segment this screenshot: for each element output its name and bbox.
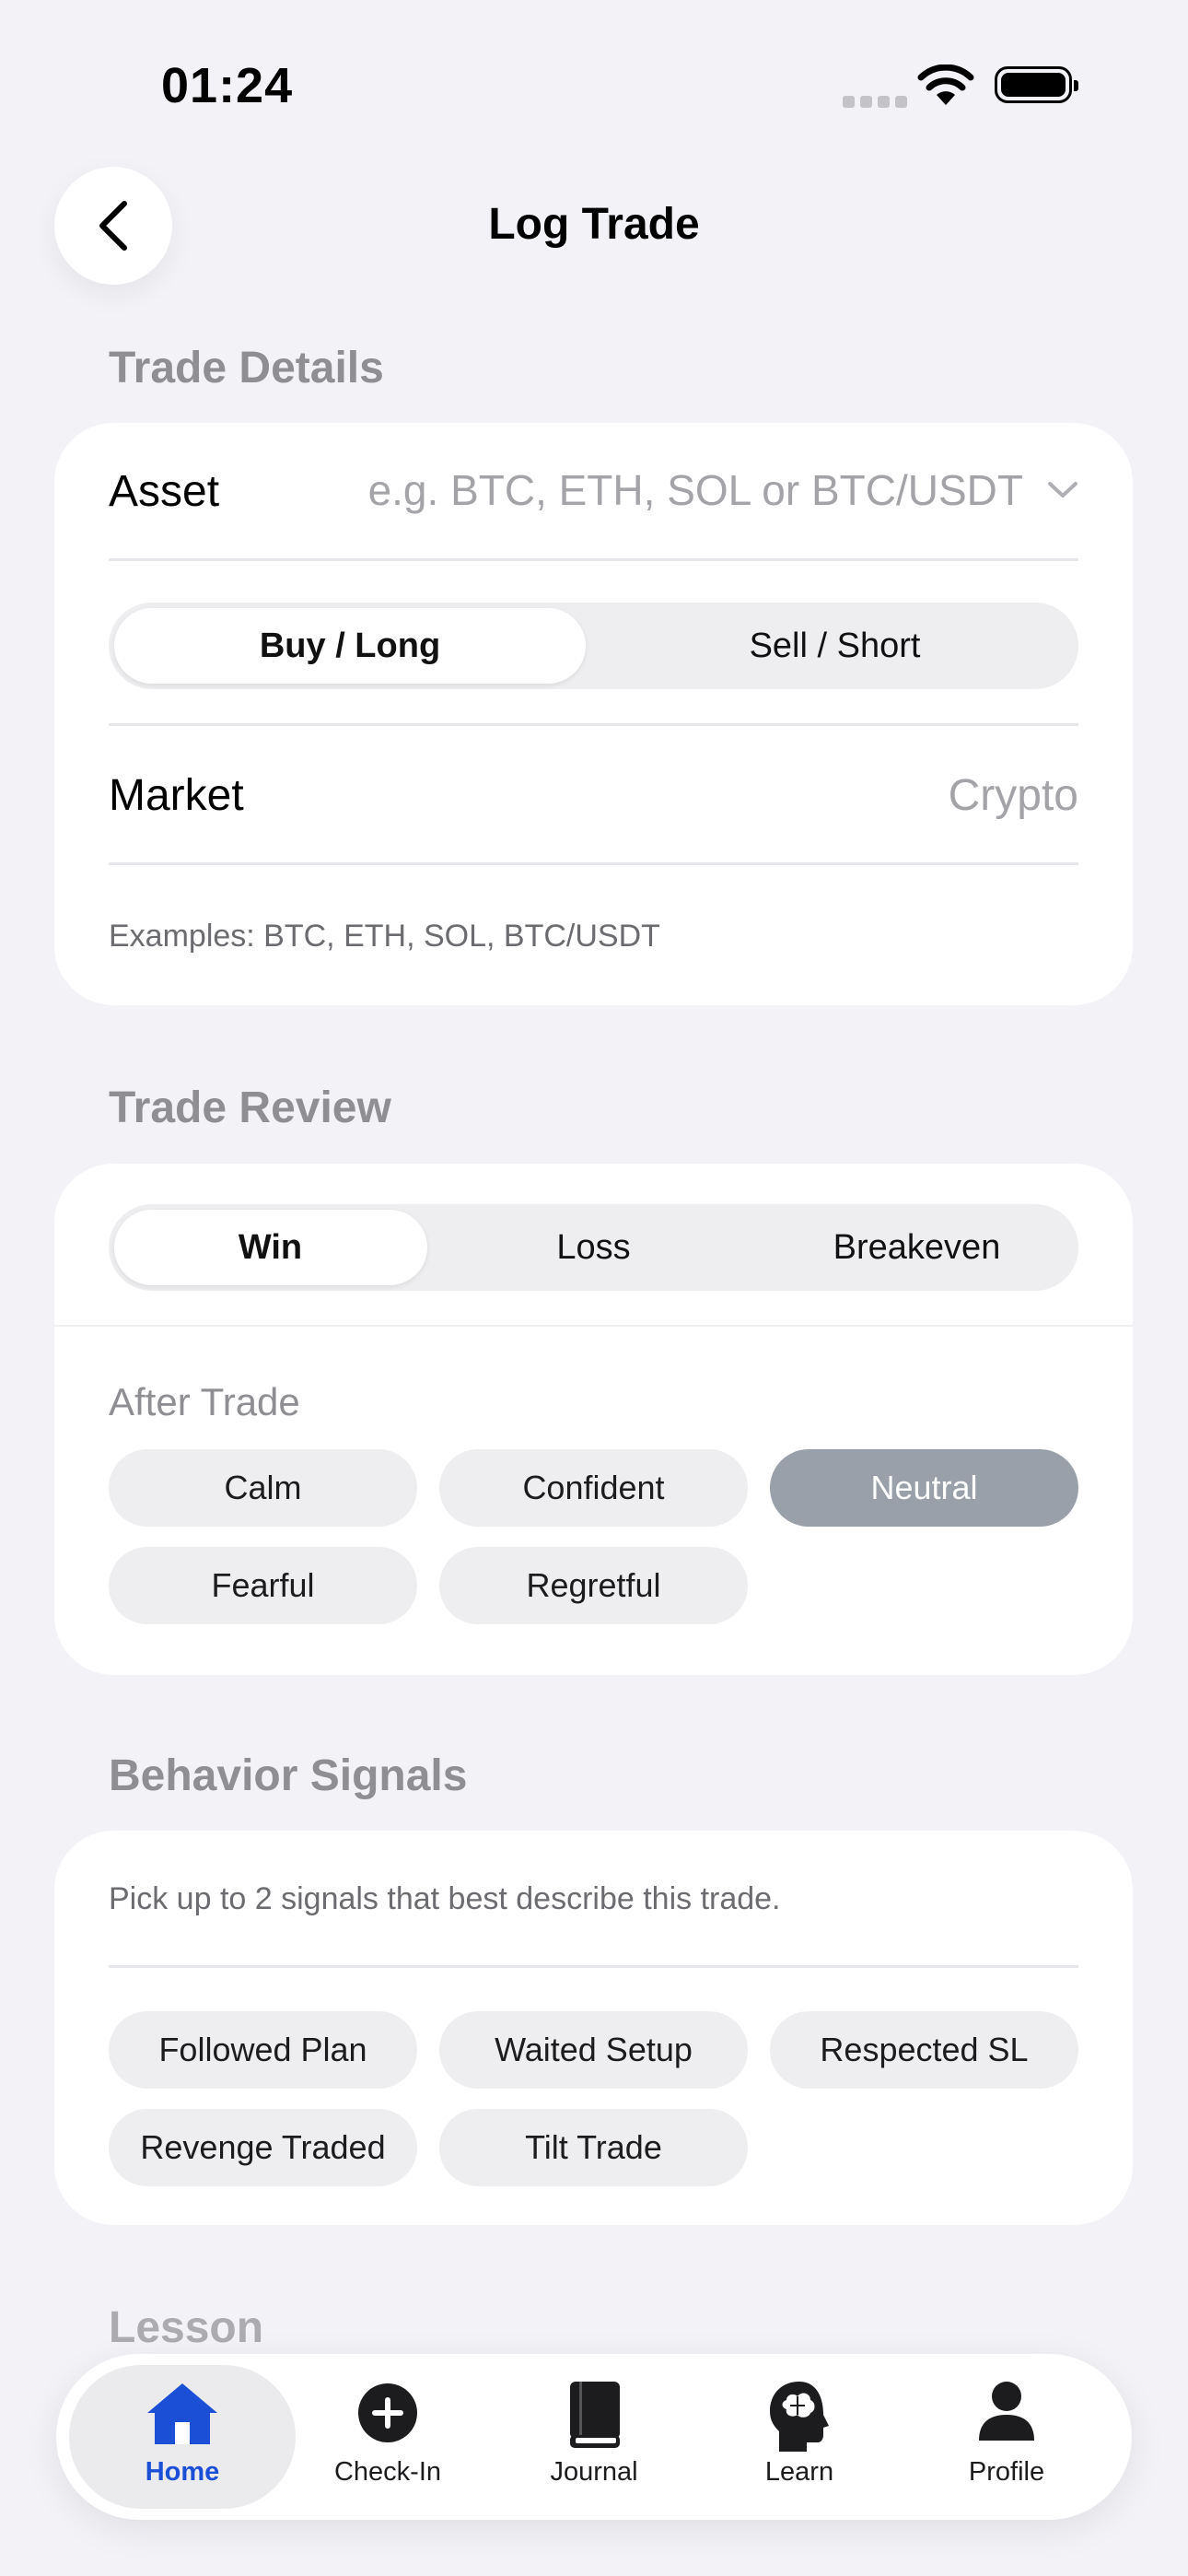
home-icon: [147, 2383, 217, 2444]
tab-label: Check-In: [333, 2457, 442, 2487]
tab-label: Home: [145, 2457, 220, 2487]
wifi-icon: [917, 64, 974, 105]
chevron-down-icon: [1048, 482, 1077, 498]
asset-label: Asset: [109, 467, 220, 516]
trade-review-card: Win Loss Breakeven After Trade Calm Conf…: [54, 1164, 1133, 1675]
segment-breakeven[interactable]: Breakeven: [755, 1204, 1078, 1291]
signal-chip-tilt-trade[interactable]: Tilt Trade: [439, 2109, 748, 2186]
tab-label: Profile: [968, 2457, 1045, 2487]
outcome-segmented-control: Win Loss Breakeven: [109, 1204, 1078, 1291]
segment-loss[interactable]: Loss: [432, 1204, 755, 1291]
emotion-chip-calm[interactable]: Calm: [109, 1449, 417, 1527]
after-trade-label: After Trade: [109, 1380, 300, 1423]
asset-helper-text: Examples: BTC, ETH, SOL, BTC/USDT: [109, 919, 660, 954]
tab-bar: Home Check-In Journal Learn Profile: [56, 2354, 1132, 2520]
direction-segmented-control: Buy / Long Sell / Short: [109, 603, 1078, 689]
tab-journal[interactable]: Journal: [493, 2354, 695, 2520]
tab-label: Learn: [764, 2457, 834, 2487]
divider: [109, 862, 1078, 865]
status-time: 01:24: [161, 58, 294, 113]
segment-sell-short[interactable]: Sell / Short: [591, 603, 1078, 689]
segment-buy-long[interactable]: Buy / Long: [109, 603, 591, 689]
section-title-behavior-signals: Behavior Signals: [109, 1751, 468, 1800]
market-label: Market: [109, 771, 244, 820]
cellular-signal-icon: [843, 96, 907, 108]
battery-icon: [995, 66, 1078, 103]
signal-chip-respected-sl[interactable]: Respected SL: [770, 2011, 1078, 2089]
section-title-trade-review: Trade Review: [109, 1083, 391, 1132]
market-value[interactable]: Crypto: [949, 770, 1078, 821]
tab-home[interactable]: Home: [81, 2354, 284, 2520]
behavior-signals-card: Pick up to 2 signals that best describe …: [54, 1831, 1133, 2225]
tab-profile[interactable]: Profile: [905, 2354, 1108, 2520]
signal-chip-revenge-traded[interactable]: Revenge Traded: [109, 2109, 417, 2186]
trade-details-card: Asset e.g. BTC, ETH, SOL or BTC/USDT Buy…: [54, 423, 1133, 1005]
tab-label: Journal: [550, 2457, 638, 2487]
tab-check-in[interactable]: Check-In: [286, 2354, 489, 2520]
plus-circle-icon: [358, 2383, 417, 2442]
section-title-lesson: Lesson: [109, 2303, 264, 2352]
segment-win[interactable]: Win: [109, 1204, 432, 1291]
signals-helper-text: Pick up to 2 signals that best describe …: [109, 1881, 781, 1916]
signal-chip-followed-plan[interactable]: Followed Plan: [109, 2011, 417, 2089]
emotion-chip-regretful[interactable]: Regretful: [439, 1547, 748, 1624]
emotion-chip-neutral[interactable]: Neutral: [770, 1449, 1078, 1527]
section-title-trade-details: Trade Details: [109, 344, 384, 392]
person-icon: [979, 2382, 1034, 2441]
asset-placeholder: e.g. BTC, ETH, SOL or BTC/USDT: [367, 466, 1023, 514]
divider: [109, 723, 1078, 726]
divider: [109, 558, 1078, 561]
book-icon: [570, 2382, 620, 2448]
signal-chip-waited-setup[interactable]: Waited Setup: [439, 2011, 748, 2089]
emotion-chip-fearful[interactable]: Fearful: [109, 1547, 417, 1624]
asset-dropdown[interactable]: e.g. BTC, ETH, SOL or BTC/USDT: [340, 460, 1078, 524]
brain-head-icon: [770, 2382, 829, 2452]
divider: [109, 1965, 1078, 1968]
tab-learn[interactable]: Learn: [698, 2354, 901, 2520]
divider: [54, 1325, 1133, 1327]
emotion-chip-confident[interactable]: Confident: [439, 1449, 748, 1527]
page-title: Log Trade: [488, 200, 700, 249]
